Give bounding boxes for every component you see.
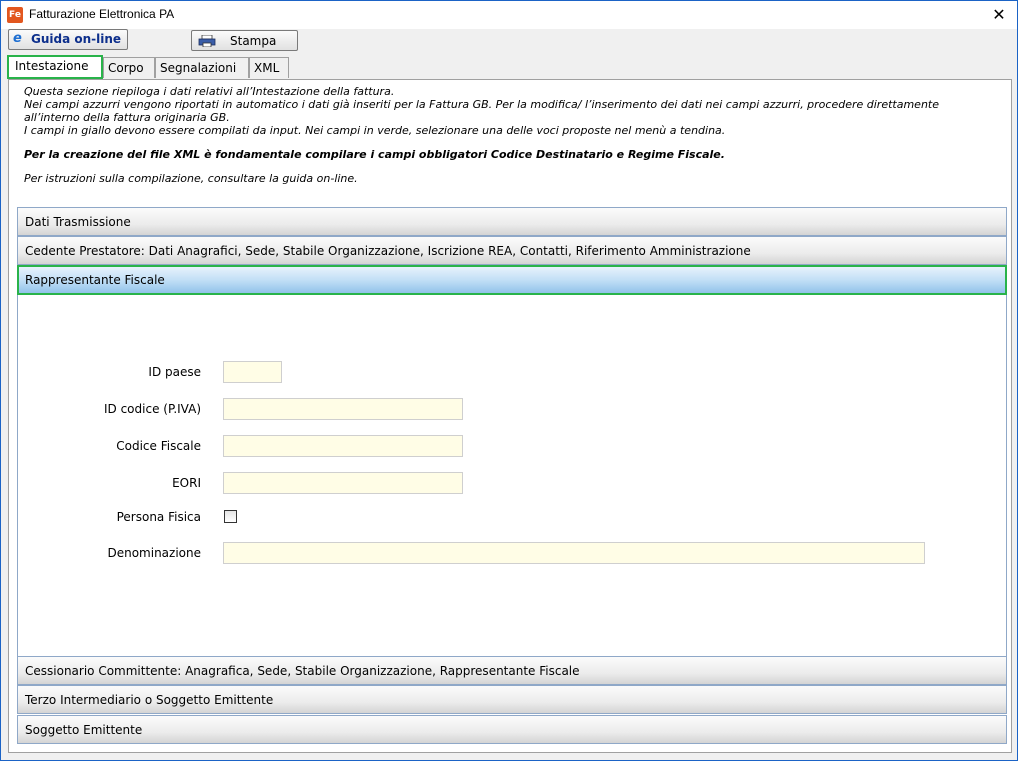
- tab-corpo[interactable]: Corpo: [103, 57, 155, 78]
- persona-fisica-checkbox[interactable]: [224, 510, 237, 523]
- stampa-label: Stampa: [230, 34, 277, 48]
- id-codice-input[interactable]: [223, 398, 463, 420]
- title-bar: Fe Fatturazione Elettronica PA ✕: [1, 1, 1017, 29]
- denominazione-input[interactable]: [223, 542, 925, 564]
- intro-hint: Per istruzioni sulla compilazione, consu…: [24, 172, 358, 185]
- section-terzo-intermediario[interactable]: Terzo Intermediario o Soggetto Emittente: [17, 685, 1007, 714]
- window-title: Fatturazione Elettronica PA: [29, 7, 175, 21]
- codice-fiscale-label: Codice Fiscale: [116, 439, 201, 453]
- tab-segnalazioni[interactable]: Segnalazioni: [155, 57, 249, 78]
- stampa-button[interactable]: Stampa: [191, 30, 298, 51]
- intro-line-2: Nei campi azzurri vengono riportati in a…: [24, 98, 939, 124]
- app-icon: Fe: [7, 7, 23, 23]
- rappresentante-fiscale-body: ID paese ID codice (P.IVA) Codice Fiscal…: [17, 295, 1007, 657]
- codice-fiscale-input[interactable]: [223, 435, 463, 457]
- id-paese-label: ID paese: [148, 365, 201, 379]
- intro-line-3: I campi in giallo devono essere compilat…: [24, 124, 726, 137]
- eori-label: EORI: [172, 476, 201, 490]
- intro-text: Questa sezione riepiloga i dati relativi…: [24, 85, 994, 185]
- section-soggetto-emittente[interactable]: Soggetto Emittente: [17, 715, 1007, 744]
- guida-online-label: Guida on-line: [31, 32, 122, 46]
- intro-line-1: Questa sezione riepiloga i dati relativi…: [24, 85, 395, 98]
- section-cedente-prestatore[interactable]: Cedente Prestatore: Dati Anagrafici, Sed…: [17, 236, 1007, 265]
- eori-input[interactable]: [223, 472, 463, 494]
- app-icon-text: Fe: [9, 10, 21, 20]
- tab-intestazione[interactable]: Intestazione: [7, 55, 103, 79]
- section-cessionario-committente[interactable]: Cessionario Committente: Anagrafica, Sed…: [17, 656, 1007, 685]
- persona-fisica-label: Persona Fisica: [116, 510, 201, 524]
- close-icon[interactable]: ✕: [989, 5, 1009, 25]
- id-codice-label: ID codice (P.IVA): [103, 402, 201, 416]
- intestazione-panel: Questa sezione riepiloga i dati relativi…: [8, 79, 1012, 753]
- internet-explorer-icon: e: [13, 31, 22, 46]
- bottom-strip: [1, 753, 1017, 760]
- denominazione-label: Denominazione: [107, 546, 201, 560]
- intro-bold-line: Per la creazione del file XML è fondamen…: [24, 148, 725, 161]
- tab-xml[interactable]: XML: [249, 57, 289, 78]
- guida-online-button[interactable]: e Guida on-line: [8, 29, 128, 50]
- printer-icon: [198, 35, 216, 47]
- section-rappresentante-fiscale[interactable]: Rappresentante Fiscale: [17, 265, 1007, 295]
- id-paese-input[interactable]: [223, 361, 282, 383]
- main-window: Fe Fatturazione Elettronica PA ✕ e Guida…: [0, 0, 1018, 761]
- section-dati-trasmissione[interactable]: Dati Trasmissione: [17, 207, 1007, 236]
